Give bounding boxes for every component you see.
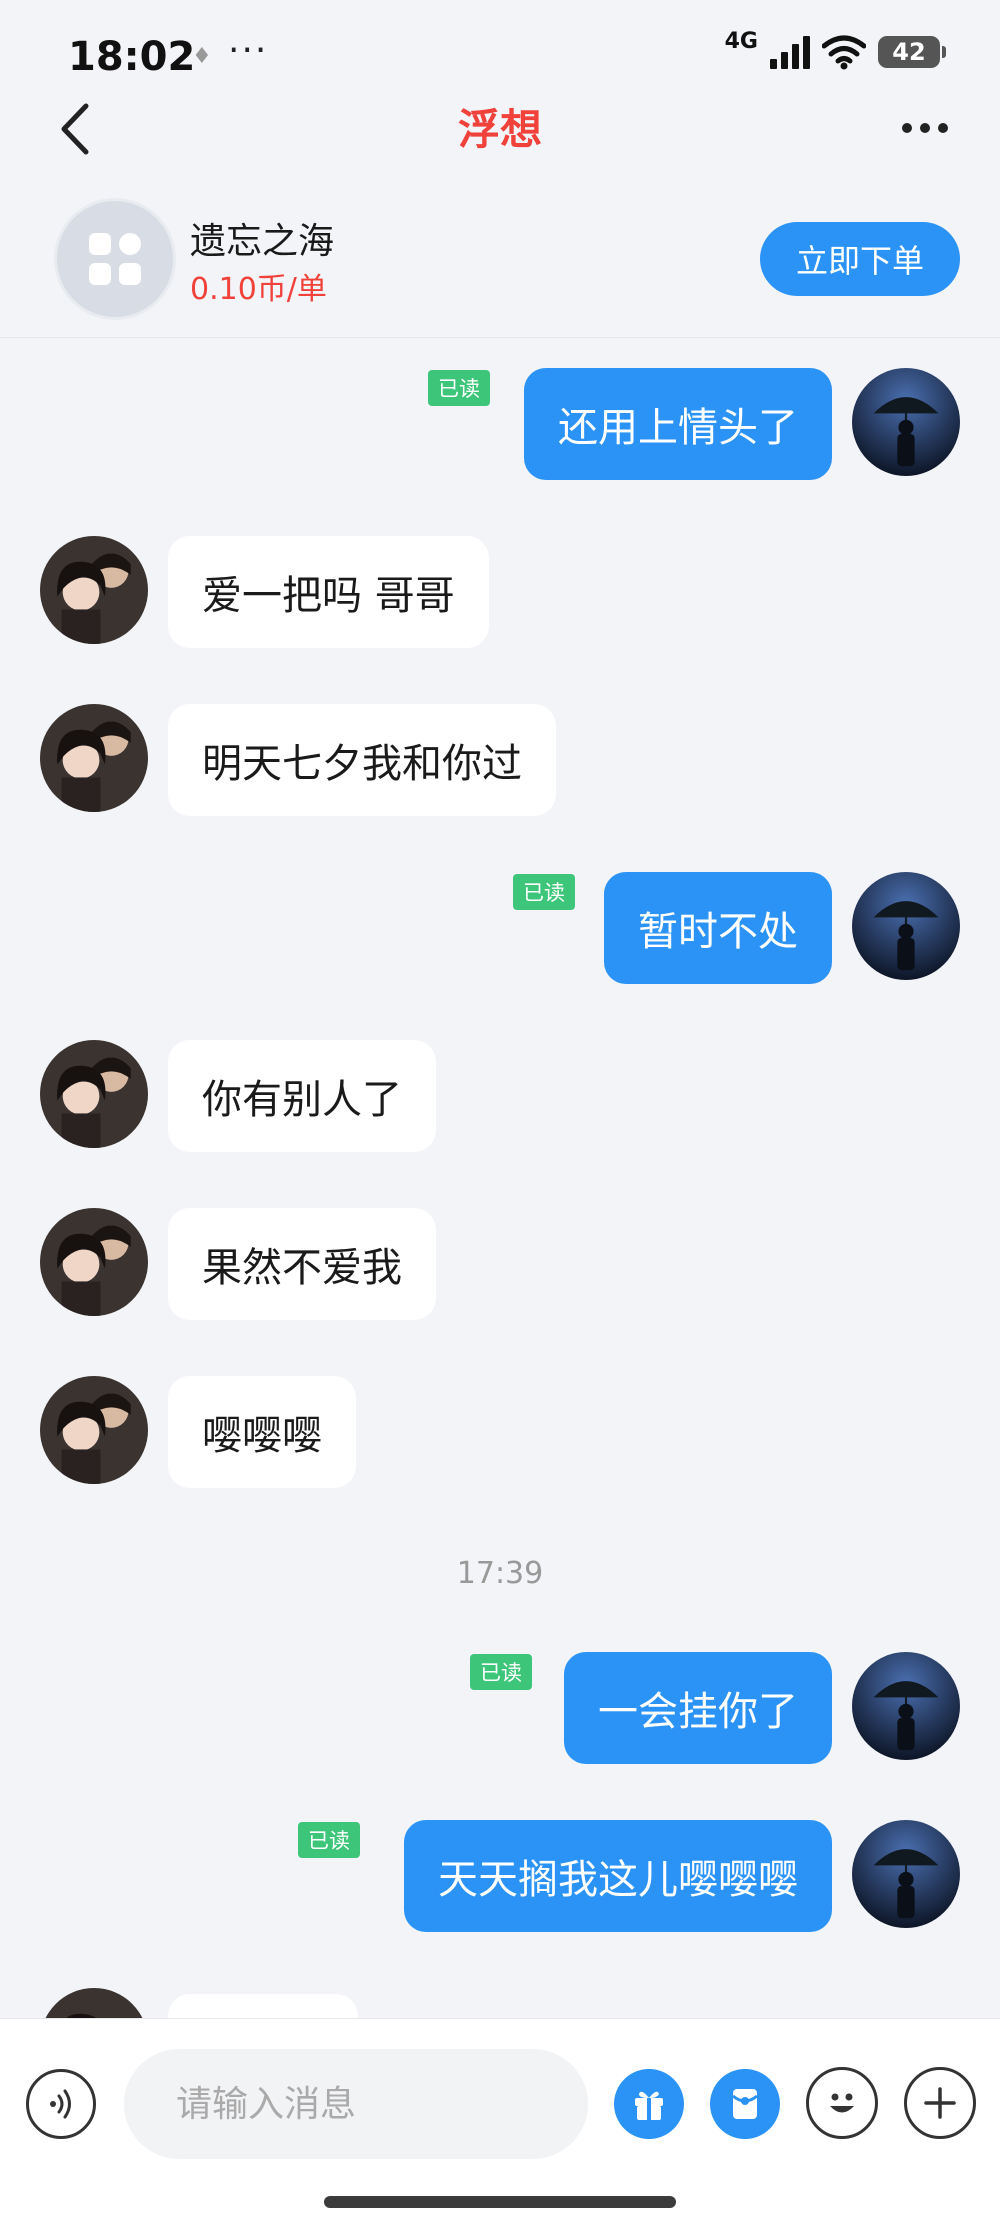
message-bubble-sent[interactable]: 还用上情头了 bbox=[524, 368, 832, 480]
service-name: 遗忘之海 bbox=[190, 221, 335, 262]
chat-timestamp: 17:39 bbox=[456, 1556, 544, 1591]
order-header: 遗忘之海 0.10币/单 立即下单 bbox=[0, 180, 1000, 338]
message-bubble-sent[interactable]: 暂时不处 bbox=[604, 872, 832, 984]
home-indicator[interactable] bbox=[324, 2196, 676, 2208]
contact-avatar-image bbox=[40, 1040, 148, 1148]
avatar-contact[interactable] bbox=[40, 536, 148, 644]
avatar-contact[interactable] bbox=[40, 704, 148, 812]
contact-avatar-image bbox=[40, 536, 148, 644]
nav-bar: 浮想 bbox=[0, 80, 1000, 180]
self-avatar-image bbox=[852, 872, 960, 980]
message-row-partial bbox=[0, 1988, 1000, 2018]
avatar-self[interactable] bbox=[852, 368, 960, 476]
read-receipt: 已读 bbox=[470, 1654, 532, 1690]
contact-avatar-image bbox=[40, 704, 148, 812]
voice-icon bbox=[50, 2089, 71, 2119]
message-bubble-received[interactable] bbox=[168, 1994, 358, 2018]
emoji-button[interactable] bbox=[806, 2067, 878, 2139]
voice-button[interactable] bbox=[26, 2069, 96, 2139]
wifi-icon bbox=[822, 35, 866, 70]
status-time: 18:02 bbox=[68, 34, 196, 80]
avatar-contact[interactable] bbox=[40, 1208, 148, 1316]
message-bubble-sent[interactable]: 天天搁我这儿嘤嘤嘤 bbox=[404, 1820, 832, 1932]
read-receipt: 已读 bbox=[513, 874, 575, 910]
service-avatar[interactable] bbox=[54, 198, 176, 320]
avatar-self[interactable] bbox=[852, 1652, 960, 1760]
message-bubble-received[interactable]: 明天七夕我和你过 bbox=[168, 704, 556, 816]
message-bubble-received[interactable]: 爱一把吗 哥哥 bbox=[168, 536, 489, 648]
message-bubble-received[interactable]: 果然不爱我 bbox=[168, 1208, 436, 1320]
message-bubble-received[interactable]: 嘤嘤嘤 bbox=[168, 1376, 356, 1488]
gift-button[interactable] bbox=[614, 2069, 684, 2139]
emoji-icon bbox=[830, 2093, 854, 2113]
more-dot-icon bbox=[920, 123, 930, 133]
read-receipt: 已读 bbox=[298, 1822, 360, 1858]
service-price: 0.10币/单 bbox=[190, 272, 327, 307]
input-bar bbox=[0, 2018, 1000, 2223]
avatar-contact[interactable] bbox=[40, 1988, 148, 2018]
avatar-contact[interactable] bbox=[40, 1376, 148, 1484]
message-input[interactable] bbox=[124, 2049, 588, 2159]
app-grid-icon bbox=[89, 233, 141, 285]
message-bubble-received[interactable]: 你有别人了 bbox=[168, 1040, 436, 1152]
plus-icon bbox=[924, 2087, 956, 2119]
contact-avatar-image bbox=[40, 1988, 148, 2018]
self-avatar-image bbox=[852, 368, 960, 476]
status-indicators: 4G 42 bbox=[724, 29, 946, 70]
contact-avatar-image bbox=[40, 1376, 148, 1484]
more-dot-icon bbox=[938, 123, 948, 133]
self-avatar-image bbox=[852, 1652, 960, 1760]
chat-title: 浮想 bbox=[457, 105, 542, 154]
red-packet-icon bbox=[732, 2089, 758, 2119]
contact-avatar-image bbox=[40, 1208, 148, 1316]
more-options-button[interactable] bbox=[890, 106, 960, 150]
network-label: 4G bbox=[724, 29, 758, 54]
more-dot-icon bbox=[902, 123, 912, 133]
more-notifications-icon: ··· bbox=[228, 30, 269, 71]
avatar-contact[interactable] bbox=[40, 1040, 148, 1148]
message-bubble-sent[interactable]: 一会挂你了 bbox=[564, 1652, 832, 1764]
notification-icon: ♦ bbox=[192, 44, 212, 69]
battery-icon: 42 bbox=[878, 36, 946, 68]
gift-icon bbox=[635, 2091, 663, 2120]
self-avatar-image bbox=[852, 1820, 960, 1928]
avatar-self[interactable] bbox=[852, 1820, 960, 1928]
signal-icon bbox=[770, 35, 810, 69]
plus-button[interactable] bbox=[904, 2067, 976, 2139]
avatar-self[interactable] bbox=[852, 872, 960, 980]
red-packet-button[interactable] bbox=[710, 2069, 780, 2139]
read-receipt: 已读 bbox=[428, 370, 490, 406]
order-now-button[interactable]: 立即下单 bbox=[760, 222, 960, 296]
